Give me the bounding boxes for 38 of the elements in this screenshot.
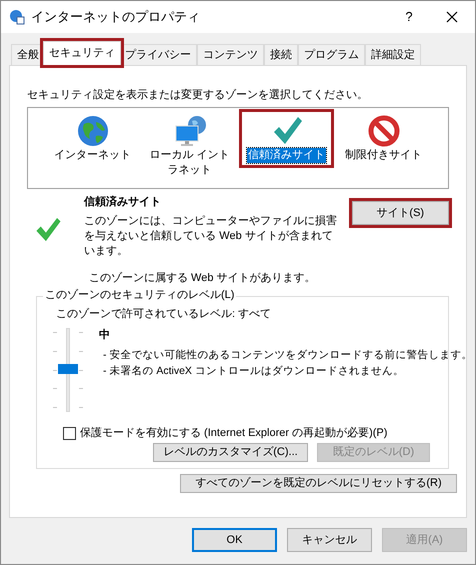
help-button[interactable]: ? xyxy=(389,1,429,33)
allowed-level-text: このゾーンで許可されているレベル: すべて xyxy=(56,307,272,322)
tab[interactable]: セキュリティ xyxy=(43,41,121,65)
checkbox[interactable] xyxy=(63,427,76,440)
security-slider[interactable] xyxy=(53,328,83,412)
zone-label: 信頼済みサイト xyxy=(247,148,326,163)
monitor-globe-icon xyxy=(172,114,206,148)
level-detail: - 未署名の ActiveX コントロールはダウンロードされません。 xyxy=(103,364,405,379)
level-button[interactable]: レベルのカスタマイズ(C)... xyxy=(153,443,308,462)
dialog-button[interactable]: OK xyxy=(192,528,277,552)
tab[interactable]: プログラム xyxy=(298,44,365,65)
group-legend: このゾーンのセキュリティのレベル(L) xyxy=(43,288,236,303)
zone-title: 信頼済みサイト xyxy=(84,195,162,210)
level-name: 中 xyxy=(99,328,111,343)
prohibited-icon xyxy=(366,114,400,148)
zone-item[interactable]: インターネット xyxy=(48,112,137,165)
zone-item[interactable]: ローカル イントラネット xyxy=(145,112,234,180)
slider-thumb[interactable] xyxy=(58,364,78,374)
reset-zones-button[interactable]: すべてのゾーンを既定のレベルにリセットする(R) xyxy=(180,474,457,493)
close-icon xyxy=(446,11,458,23)
sites-button[interactable]: サイト(S) xyxy=(352,201,449,225)
zone-label: インターネット xyxy=(53,148,132,163)
zone-item[interactable]: 制限付きサイト xyxy=(339,112,428,165)
level-detail: - 安全でない可能性のあるコンテンツをダウンロードする前に警告します。 xyxy=(103,348,472,363)
tab[interactable]: コンテンツ xyxy=(197,44,264,65)
zone-prompt: セキュリティ設定を表示または変更するゾーンを選択してください。 xyxy=(27,88,369,103)
zone-description: このゾーンには、コンピューターやファイルに損害を与えないと信頼している Web サイトが含まれています。 xyxy=(84,214,338,259)
zone-item[interactable]: 信頼済みサイト xyxy=(242,112,331,165)
protected-mode-label: 保護モードを有効にする (Internet Explorer の再起動が必要)(P) xyxy=(80,426,388,441)
dialog-button[interactable]: キャンセル xyxy=(287,528,372,552)
tab[interactable]: 詳細設定 xyxy=(365,44,421,65)
globe-icon xyxy=(76,114,110,148)
zone-label: ローカル イントラネット xyxy=(148,148,231,178)
zone-label: 制限付きサイト xyxy=(344,148,423,163)
tab[interactable]: 接続 xyxy=(264,44,298,65)
globe-icon xyxy=(9,9,25,25)
window-title: インターネットのプロパティ xyxy=(31,8,200,26)
zone-note: このゾーンに属する Web サイトがあります。 xyxy=(89,271,317,286)
